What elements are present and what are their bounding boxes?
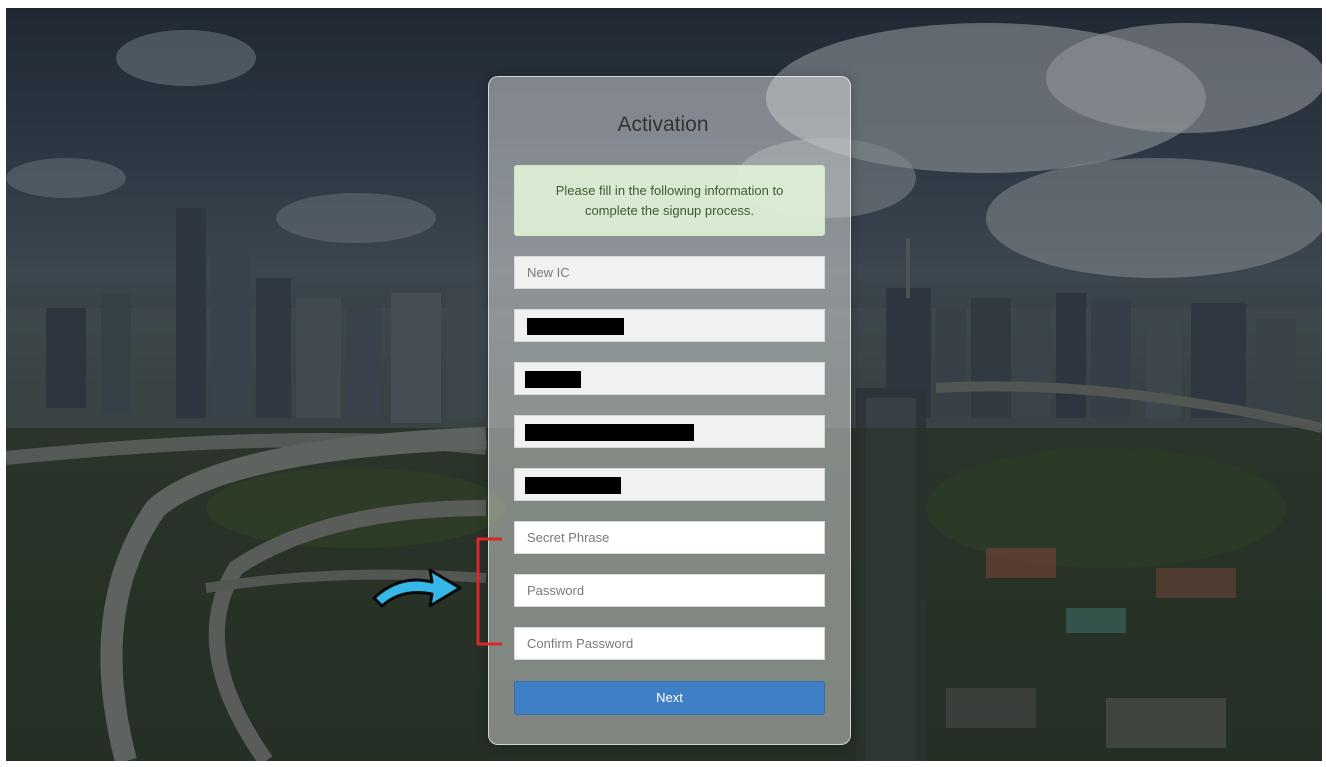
info-alert: Please fill in the following information… <box>514 165 825 236</box>
redacted-field-1[interactable] <box>514 309 825 342</box>
redacted-field-3[interactable] <box>514 415 825 448</box>
redaction-bar <box>525 477 621 494</box>
redaction-bar <box>525 371 581 388</box>
confirm-password-input[interactable]: Confirm Password <box>514 627 825 660</box>
redaction-bar <box>525 424 694 441</box>
password-input[interactable]: Password <box>514 574 825 607</box>
blue-arrow-annotation <box>372 568 462 608</box>
secret-phrase-placeholder: Secret Phrase <box>527 530 610 545</box>
redacted-field-2[interactable] <box>514 362 825 395</box>
new-ic-input[interactable]: New IC <box>514 256 825 289</box>
page-title: Activation <box>617 113 709 136</box>
password-placeholder: Password <box>527 583 585 598</box>
next-button[interactable]: Next <box>514 681 825 715</box>
redaction-bar <box>527 318 624 335</box>
new-ic-placeholder: New IC <box>527 265 570 280</box>
redacted-field-4[interactable] <box>514 468 825 501</box>
red-bracket-annotation <box>476 537 502 646</box>
secret-phrase-input[interactable]: Secret Phrase <box>514 521 825 554</box>
confirm-password-placeholder: Confirm Password <box>527 636 634 651</box>
